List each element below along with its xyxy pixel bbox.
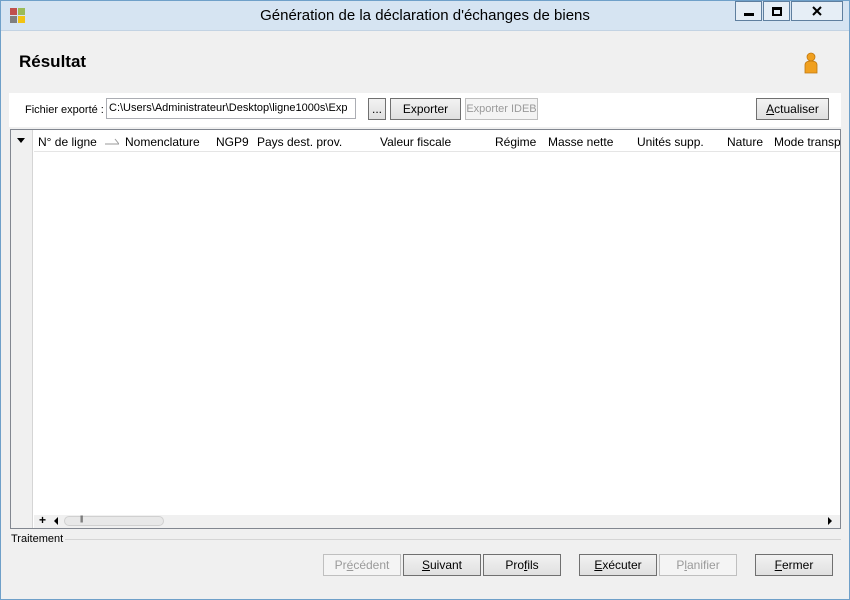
- refresh-mnemonic: A: [766, 102, 775, 116]
- column-header[interactable]: Pays dest. prov.: [257, 135, 342, 149]
- execute-button[interactable]: Exécuter: [579, 554, 657, 576]
- scroll-grip-icon: |||: [80, 516, 84, 523]
- previous-label-post: cédent: [353, 558, 390, 572]
- schedule-label-post: anifier: [687, 558, 720, 572]
- column-header[interactable]: Nature: [727, 135, 763, 149]
- window-title: Génération de la déclaration d'échanges …: [260, 7, 590, 24]
- column-header[interactable]: NGP9: [216, 135, 249, 149]
- next-label-post: uivant: [429, 558, 463, 572]
- grid-header: N° de ligne Nomenclature NGP9 Pays dest.…: [34, 130, 840, 152]
- minimize-button[interactable]: [735, 1, 762, 21]
- close-mnemonic: F: [774, 558, 782, 572]
- column-header[interactable]: N° de ligne: [38, 135, 97, 149]
- close-label-post: ermer: [782, 558, 814, 572]
- column-menu-icon[interactable]: [17, 138, 25, 143]
- previous-label-pre: Pr: [334, 558, 347, 572]
- person-icon[interactable]: [803, 52, 819, 74]
- close-window-button[interactable]: [791, 1, 843, 21]
- page-title: Résultat: [19, 52, 87, 71]
- maximize-icon: [771, 6, 782, 16]
- refresh-button[interactable]: Actualiser: [756, 98, 829, 120]
- previous-button[interactable]: Pr é cédent: [323, 554, 401, 576]
- minimize-icon: [743, 12, 754, 16]
- column-header[interactable]: Mode transp: [774, 135, 840, 149]
- group-divider: [65, 539, 841, 540]
- scroll-right-icon[interactable]: [828, 517, 832, 525]
- export-toolbar: Fichier exporté : C:\Users\Administrateu…: [9, 93, 841, 127]
- profiles-button[interactable]: Pro f ils: [483, 554, 561, 576]
- export-path-field[interactable]: C:\Users\Administrateur\Desktop\ligne100…: [106, 98, 356, 119]
- execute-label-post: xécuter: [602, 558, 642, 572]
- horizontal-scrollbar-thumb[interactable]: [64, 516, 164, 526]
- refresh-label-rest: ctualiser: [774, 102, 819, 116]
- header-band: Résultat: [9, 32, 841, 92]
- processing-group-label: Traitement: [11, 533, 64, 545]
- export-file-label: Fichier exporté :: [25, 104, 104, 116]
- close-icon: [812, 6, 822, 16]
- add-row-icon[interactable]: +: [39, 513, 46, 527]
- previous-mnemonic: é: [346, 558, 354, 572]
- maximize-button[interactable]: [763, 1, 790, 21]
- schedule-button[interactable]: Pl anifier: [659, 554, 737, 576]
- grid-footer: + |||: [34, 513, 840, 528]
- grid-body[interactable]: [34, 152, 840, 515]
- grid-row-header: [11, 130, 33, 528]
- execute-mnemonic: E: [594, 558, 603, 572]
- scroll-left-icon[interactable]: [54, 517, 58, 525]
- profiles-label-post: ils: [527, 558, 539, 572]
- profiles-label-pre: Pro: [505, 558, 524, 572]
- title-bar[interactable]: Génération de la déclaration d'échanges …: [1, 1, 849, 31]
- next-mnemonic: S: [421, 558, 430, 572]
- next-button[interactable]: Suivant: [403, 554, 481, 576]
- sort-icon: [105, 138, 119, 145]
- schedule-label-pre: P: [676, 558, 685, 572]
- browse-button[interactable]: ...: [368, 98, 386, 120]
- result-grid[interactable]: N° de ligne Nomenclature NGP9 Pays dest.…: [10, 129, 841, 529]
- close-button[interactable]: Fermer: [755, 554, 833, 576]
- export-ideb-button[interactable]: Exporter IDEB: [465, 98, 538, 120]
- column-header[interactable]: Nomenclature: [125, 135, 200, 149]
- column-header[interactable]: Unités supp.: [637, 135, 704, 149]
- column-header[interactable]: Régime: [495, 135, 536, 149]
- column-header[interactable]: Masse nette: [548, 135, 613, 149]
- export-button[interactable]: Exporter: [390, 98, 461, 120]
- app-window: Génération de la déclaration d'échanges …: [0, 0, 850, 600]
- column-header[interactable]: Valeur fiscale: [380, 135, 451, 149]
